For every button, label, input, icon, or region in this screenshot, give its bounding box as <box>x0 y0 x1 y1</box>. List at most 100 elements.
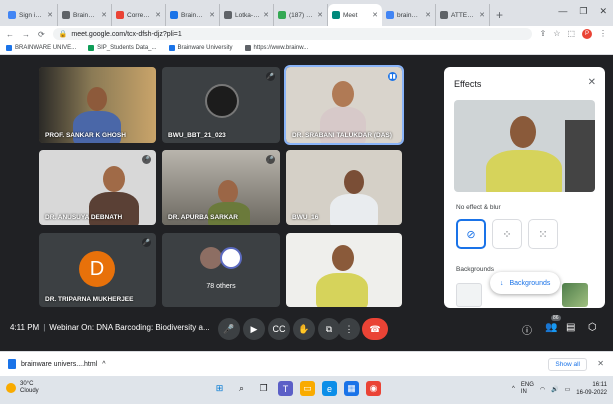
bookmark-item[interactable]: Brainware University <box>168 45 233 51</box>
battery-icon[interactable]: ▭ <box>565 386 571 393</box>
no-effect-button[interactable]: ⊘ <box>456 219 486 249</box>
participant-tile[interactable]: D 🎤 DR. TRIPARNA MUKHERJEE <box>39 233 156 307</box>
participant-tile[interactable]: 🎤 DR. ANUSUYA DEBNATH <box>39 150 156 225</box>
effects-title: Effects <box>454 79 482 89</box>
bookmark-star-icon[interactable]: ☆ <box>553 29 560 39</box>
search-icon[interactable]: ⌕ <box>234 381 249 396</box>
participant-tile[interactable]: BWU_16 <box>286 150 402 225</box>
start-icon[interactable]: ⊞ <box>212 381 227 396</box>
tab-close-icon[interactable]: ✕ <box>263 11 269 19</box>
new-tab-button[interactable]: + <box>496 8 503 22</box>
clock[interactable]: 16:11 16-09-2022 <box>576 381 607 397</box>
backgrounds-button[interactable]: ↓ Backgrounds <box>490 272 561 294</box>
bookmark-item[interactable]: https://www.brainw... <box>244 45 308 51</box>
maximize-icon[interactable]: ❐ <box>579 6 587 17</box>
teams-icon[interactable]: T <box>278 381 293 396</box>
tab-close-icon[interactable]: ✕ <box>47 11 53 19</box>
bookmark-item[interactable]: SIP_Students Data_... <box>88 45 157 51</box>
show-all-button[interactable]: Show all <box>548 358 587 371</box>
browser-tab[interactable]: Brainware✕ <box>58 4 112 26</box>
tab-close-icon[interactable]: ✕ <box>155 11 161 19</box>
close-icon[interactable]: ✕ <box>588 77 596 88</box>
bookmark-item[interactable]: BRAINWARE UNIVE... <box>6 45 76 51</box>
participant-name: BWU_BBT_21_023 <box>168 132 226 139</box>
end-call-button[interactable]: ☎ <box>362 318 388 340</box>
browser-tab[interactable]: ATTENTION✕ <box>436 4 490 26</box>
backgrounds-button-label: Backgrounds <box>509 279 551 287</box>
participant-tile[interactable]: 🎤 DR. APURBA SARKAR <box>162 150 280 225</box>
self-view-tile[interactable] <box>286 233 402 307</box>
taskbar: 30°C Cloudy ⊞ ⌕ ❐ T ▭ e ▦ ◉ ^ ENG IN ◠ 🔊… <box>0 376 613 404</box>
bookmark-favicon-icon <box>244 45 251 51</box>
tab-favicon-icon <box>278 11 286 19</box>
tab-favicon-icon <box>8 11 16 19</box>
info-icon[interactable]: ⓘ <box>522 322 532 337</box>
slight-blur-button[interactable]: ⁘ <box>492 219 522 249</box>
browser-tab[interactable]: Brainware✕ <box>166 4 220 26</box>
close-icon[interactable]: ✕ <box>597 359 604 368</box>
chevron-up-icon[interactable]: ^ <box>512 386 515 392</box>
url-input[interactable]: 🔒 meet.google.com/tcx-dfsh-djz?pli=1 <box>52 28 532 40</box>
browser-tab[interactable]: brainware✕ <box>382 4 436 26</box>
activities-icon[interactable]: ⬡ <box>588 322 597 333</box>
tab-favicon-icon <box>440 11 448 19</box>
participant-tile[interactable]: PROF. SANKAR K GHOSH <box>39 67 156 143</box>
chevron-up-icon[interactable]: ^ <box>102 361 105 368</box>
profile-avatar[interactable]: P <box>582 29 592 39</box>
browser-tab[interactable]: Meet ✕ <box>328 4 382 26</box>
share-icon[interactable]: ⇪ <box>540 29 547 39</box>
tab-close-icon[interactable]: ✕ <box>372 11 378 19</box>
weather-widget[interactable]: 30°C Cloudy <box>6 381 39 395</box>
browser-tab[interactable]: Correction✕ <box>112 4 166 26</box>
file-explorer-icon[interactable]: ▭ <box>300 381 315 396</box>
backgrounds-label: Backgrounds <box>456 266 494 273</box>
meeting-time: 4:11 PM <box>10 323 40 332</box>
url-text: meet.google.com/tcx-dfsh-djz?pli=1 <box>71 30 182 38</box>
download-filename: brainware univers....html <box>21 360 98 368</box>
others-tile[interactable]: 78 others <box>162 233 280 307</box>
edge-icon[interactable]: e <box>322 381 337 396</box>
upload-background-button[interactable] <box>456 283 482 307</box>
blur-slight-icon: ⁘ <box>502 228 512 241</box>
menu-icon[interactable]: ⋮ <box>599 29 607 39</box>
extensions-icon[interactable]: ⬚ <box>567 29 575 39</box>
mic-button[interactable]: 🎤 <box>218 318 240 340</box>
chat-icon[interactable]: ▤ <box>566 322 575 333</box>
browser-tab[interactable]: Sign in to Su✕ <box>4 4 58 26</box>
tab-favicon-icon <box>224 11 232 19</box>
present-button[interactable]: ⧉ <box>318 318 340 340</box>
minimize-icon[interactable]: — <box>558 6 567 17</box>
tab-close-icon[interactable]: ✕ <box>479 11 485 19</box>
blur-icon: ⁙ <box>538 228 548 241</box>
browser-tab[interactable]: (187) Wh ✕ <box>274 4 328 26</box>
camera-button[interactable]: ▶ <box>243 318 265 340</box>
language-indicator[interactable]: ENG IN <box>521 382 534 396</box>
participant-name: PROF. SANKAR K GHOSH <box>45 132 126 139</box>
meeting-control-bar: 4:11 PM | Webinar On: DNA Barcoding: Biodi… <box>0 315 613 342</box>
reload-icon[interactable]: ⟳ <box>38 30 45 39</box>
volume-icon[interactable]: 🔊 <box>551 386 558 393</box>
wifi-icon[interactable]: ◠ <box>540 386 545 393</box>
effects-subtitle: No effect & blur <box>456 204 501 211</box>
captions-button[interactable]: CC <box>268 318 290 340</box>
tab-close-icon[interactable]: ✕ <box>317 11 323 19</box>
download-item[interactable]: brainware univers....html ^ <box>0 359 106 369</box>
background-thumbnail[interactable] <box>562 283 588 307</box>
store-icon[interactable]: ▦ <box>344 381 359 396</box>
raise-hand-button[interactable]: ✋ <box>293 318 315 340</box>
browser-tab[interactable]: Lotka-Vol ✕ <box>220 4 274 26</box>
forward-icon[interactable]: → <box>22 30 30 39</box>
taskbar-icons: ⊞ ⌕ ❐ T ▭ e ▦ ◉ <box>212 381 381 396</box>
chrome-icon[interactable]: ◉ <box>366 381 381 396</box>
more-options-button[interactable]: ⋮ <box>338 318 360 340</box>
task-view-icon[interactable]: ❐ <box>256 381 271 396</box>
back-icon[interactable]: ← <box>6 30 14 39</box>
blur-button[interactable]: ⁙ <box>528 219 558 249</box>
tab-close-icon[interactable]: ✕ <box>425 11 431 19</box>
close-window-icon[interactable]: ✕ <box>599 6 607 17</box>
people-icon[interactable]: 👥 <box>545 322 557 333</box>
participant-tile[interactable]: 🎤 BWU_BBT_21_023 <box>162 67 280 143</box>
participant-tile[interactable]: ▮▮ DR. SRABANI TALUKDAR (DAS) <box>284 65 404 145</box>
tab-close-icon[interactable]: ✕ <box>209 11 215 19</box>
tab-close-icon[interactable]: ✕ <box>101 11 107 19</box>
